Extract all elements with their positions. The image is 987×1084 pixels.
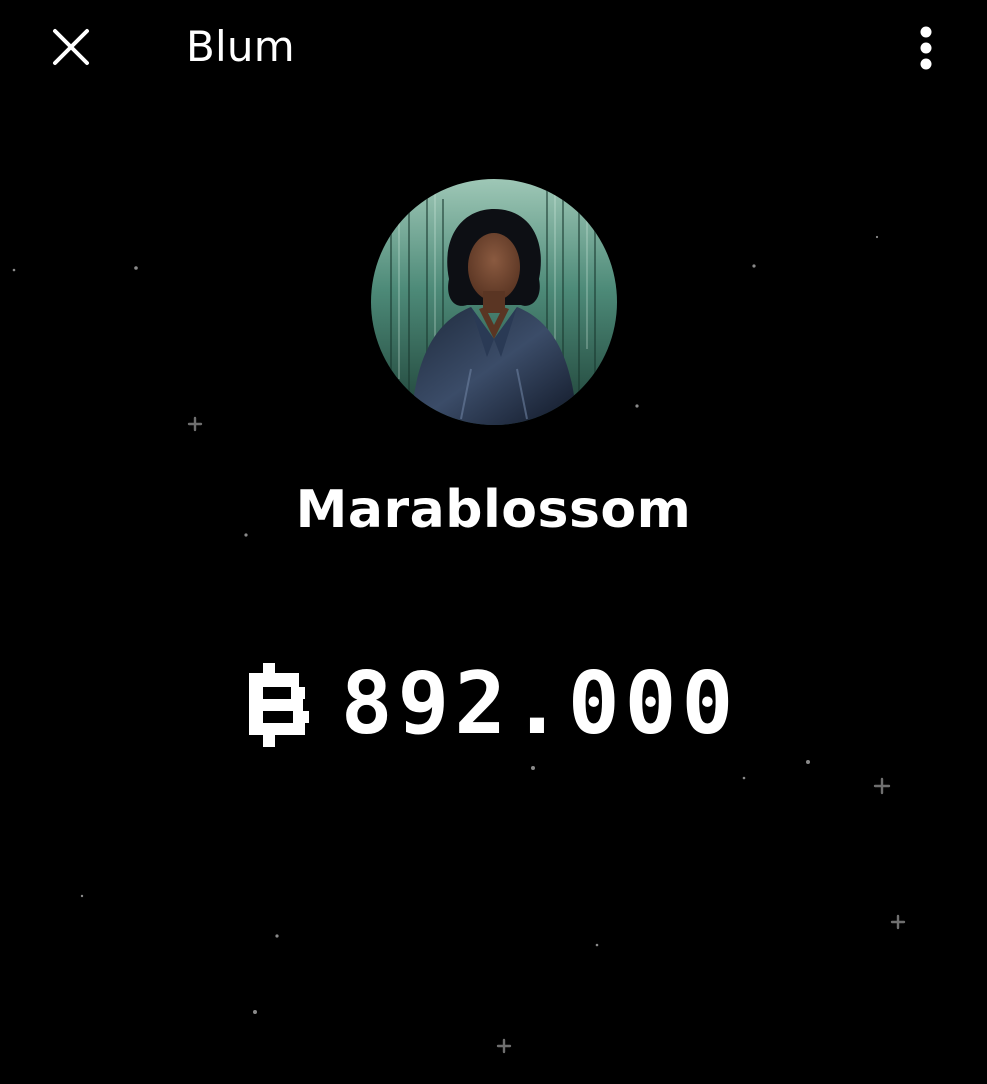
more-vertical-icon bbox=[920, 26, 932, 70]
blum-points-icon bbox=[248, 663, 309, 747]
profile-avatar bbox=[371, 179, 617, 425]
top-bar: Blum bbox=[0, 0, 987, 96]
app-title: Blum bbox=[186, 22, 295, 71]
balance-display: 892.000 bbox=[0, 652, 987, 756]
more-options-button[interactable] bbox=[900, 20, 952, 76]
close-icon bbox=[53, 29, 89, 65]
username: Marablossom bbox=[295, 480, 692, 540]
balance-value: 892.000 bbox=[340, 654, 739, 754]
close-button[interactable] bbox=[44, 20, 98, 74]
